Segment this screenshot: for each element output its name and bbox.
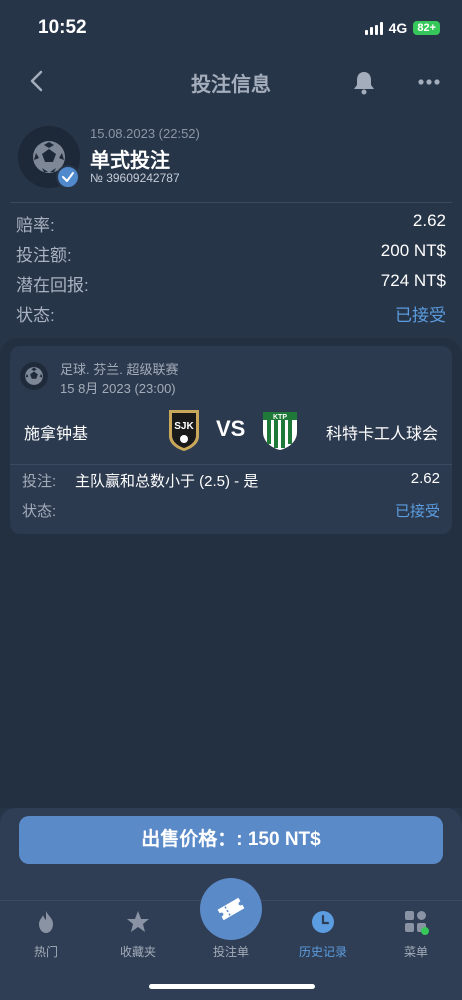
bet-label: 投注: <box>22 473 57 490</box>
info-value: 2.62 <box>412 211 446 230</box>
status-indicators: 4G 82+ <box>364 20 440 36</box>
tab-label: 投注单 <box>212 945 249 959</box>
info-label: 状态: <box>16 306 55 325</box>
tab-label: 历史记录 <box>298 945 347 959</box>
status-bar: 10:52 4G 82+ <box>0 0 462 58</box>
tab-menu[interactable]: 菜单 <box>370 901 462 981</box>
page-title: 投注信息 <box>191 74 271 96</box>
tab-label: 菜单 <box>403 945 428 959</box>
info-row-status: 状态: 已接受 <box>16 299 446 327</box>
event-date: 15 8月 2023 (23:00) <box>60 381 176 396</box>
star-icon <box>125 909 151 935</box>
info-label: 赔率: <box>16 216 55 235</box>
home-logo-text: SJK <box>174 421 194 432</box>
network-label: 4G <box>388 20 408 36</box>
info-label: 潜在回报: <box>16 276 89 295</box>
away-team-logo: KTP <box>260 408 300 457</box>
bet-market: 主队赢和总数小于 (2.5) - 是 <box>75 473 259 490</box>
bet-datetime: 15.08.2023 (22:52) <box>90 126 200 141</box>
sell-button[interactable]: 出售价格：: 150 NT$ <box>19 816 443 864</box>
info-row-stake: 投注额: 200 NT$ <box>16 239 446 267</box>
flame-icon <box>33 909 59 935</box>
signal-icon <box>364 21 383 35</box>
bet-summary-header: 15.08.2023 (22:52) 单式投注 № 39609242787 <box>0 118 462 198</box>
tab-label: 收藏夹 <box>119 945 156 959</box>
check-badge-icon <box>56 165 80 189</box>
event-league: 足球. 芬兰. 超级联赛 <box>60 362 179 377</box>
event-card[interactable]: 足球. 芬兰. 超级联赛 15 8月 2023 (23:00) 施拿钟基 SJK… <box>10 346 452 534</box>
battery-icon: 82+ <box>413 21 440 35</box>
soccer-ball-icon <box>20 362 48 390</box>
info-label: 投注额: <box>16 246 72 265</box>
status-badge: 已接受 <box>394 503 440 520</box>
home-indicator <box>149 984 315 989</box>
bet-id: № 39609242787 <box>90 171 180 185</box>
versus-label: VS <box>216 416 246 441</box>
tab-label: 热门 <box>33 945 58 959</box>
event-status-row: 状态: 已接受 <box>22 498 440 522</box>
grid-icon <box>403 909 429 935</box>
bet-odds: 2.62 <box>410 470 440 487</box>
divider <box>10 464 452 465</box>
nav-header: 投注信息 <box>0 58 462 106</box>
info-value: 200 NT$ <box>380 241 446 260</box>
event-bet-row: 投注: 主队赢和总数小于 (2.5) - 是 2.62 <box>22 468 440 492</box>
ticket-icon[interactable] <box>200 878 262 940</box>
home-team-name: 施拿钟基 <box>24 426 89 443</box>
bell-icon[interactable] <box>350 68 378 96</box>
info-row-potential-return: 潜在回报: 724 NT$ <box>16 269 446 297</box>
more-dots-icon[interactable] <box>414 68 444 96</box>
home-team-logo: SJK <box>167 408 201 457</box>
away-logo-text: KTP <box>273 414 287 421</box>
tab-favorites[interactable]: 收藏夹 <box>92 901 184 981</box>
divider <box>10 202 452 203</box>
away-team-name: 科特卡工人球会 <box>325 426 438 443</box>
clock-icon <box>310 909 336 935</box>
info-value: 724 NT$ <box>380 271 446 290</box>
bet-type: 单式投注 <box>90 150 170 172</box>
status-label: 状态: <box>22 503 57 520</box>
tab-popular[interactable]: 热门 <box>0 901 92 981</box>
status-time: 10:52 <box>38 17 87 38</box>
tab-history[interactable]: 历史记录 <box>277 901 369 981</box>
info-row-odds: 赔率: 2.62 <box>16 209 446 237</box>
status-badge: 已接受 <box>395 306 446 325</box>
